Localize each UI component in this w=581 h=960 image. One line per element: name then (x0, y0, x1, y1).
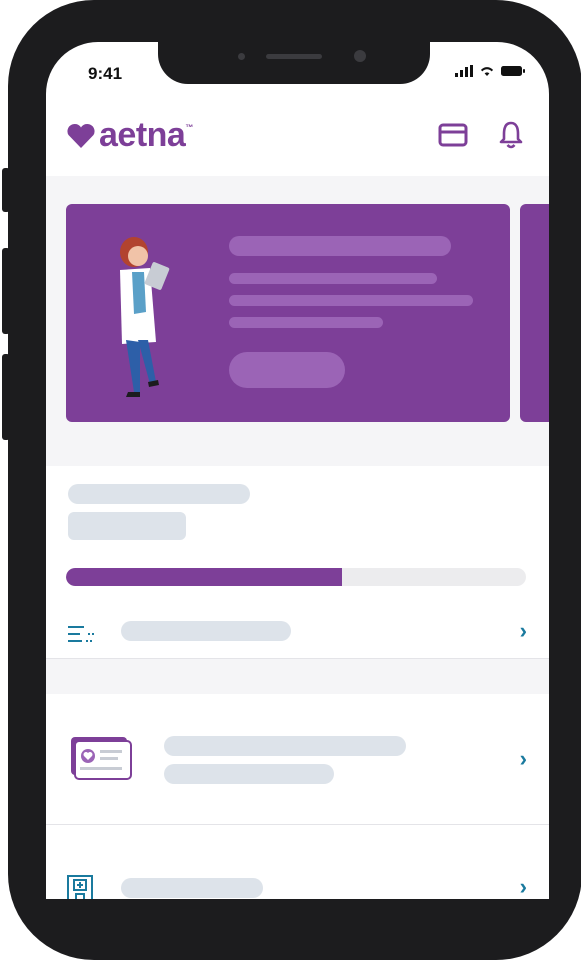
list-icon (68, 626, 94, 642)
heart-logo-icon (67, 123, 95, 148)
battery-icon (501, 66, 525, 76)
doctor-illustration (120, 237, 170, 397)
divider (46, 824, 549, 825)
app-header: aetna ™ (46, 104, 549, 176)
aetna-logo: aetna ™ (66, 116, 193, 155)
summary-title-placeholder (68, 484, 250, 504)
member-card-title-placeholder (164, 736, 406, 756)
progress-fill (66, 568, 342, 586)
member-card-subtitle-placeholder (164, 764, 334, 784)
phone-side-button (2, 168, 10, 212)
id-card-icon[interactable] (438, 122, 468, 148)
bell-icon[interactable] (498, 120, 524, 150)
member-card-row[interactable]: › (46, 694, 549, 824)
status-icons (455, 65, 525, 77)
card-text-line-3 (229, 317, 383, 328)
member-card-icon (71, 737, 132, 780)
facility-label-placeholder (121, 878, 263, 898)
card-title-placeholder (229, 236, 451, 256)
phone-volume-up-button (2, 248, 10, 334)
card-text-line-1 (229, 273, 437, 284)
details-row[interactable]: › (46, 610, 549, 658)
logo-text: aetna (99, 116, 186, 154)
summary-value-placeholder (68, 512, 186, 540)
facility-row[interactable]: › (46, 854, 549, 899)
hospital-icon (67, 875, 93, 899)
phone-notch (158, 42, 430, 84)
wifi-icon (480, 67, 494, 76)
card-cta-button[interactable] (229, 352, 345, 388)
status-time: 9:41 (88, 64, 123, 83)
progress-bar (66, 568, 526, 586)
chevron-right-icon: › (519, 874, 527, 899)
card-text-line-2 (229, 295, 473, 306)
details-label-placeholder (121, 621, 291, 641)
chevron-right-icon: › (519, 618, 527, 643)
next-promo-card[interactable] (520, 204, 549, 422)
phone-volume-down-button (2, 354, 10, 440)
trademark-mark: ™ (185, 123, 193, 132)
chevron-right-icon: › (519, 746, 527, 771)
promo-card[interactable] (66, 204, 510, 422)
app-screen: 9:41 aetna ™ › › › (46, 42, 549, 899)
signal-icon (455, 65, 473, 77)
section-spacer (46, 659, 549, 694)
